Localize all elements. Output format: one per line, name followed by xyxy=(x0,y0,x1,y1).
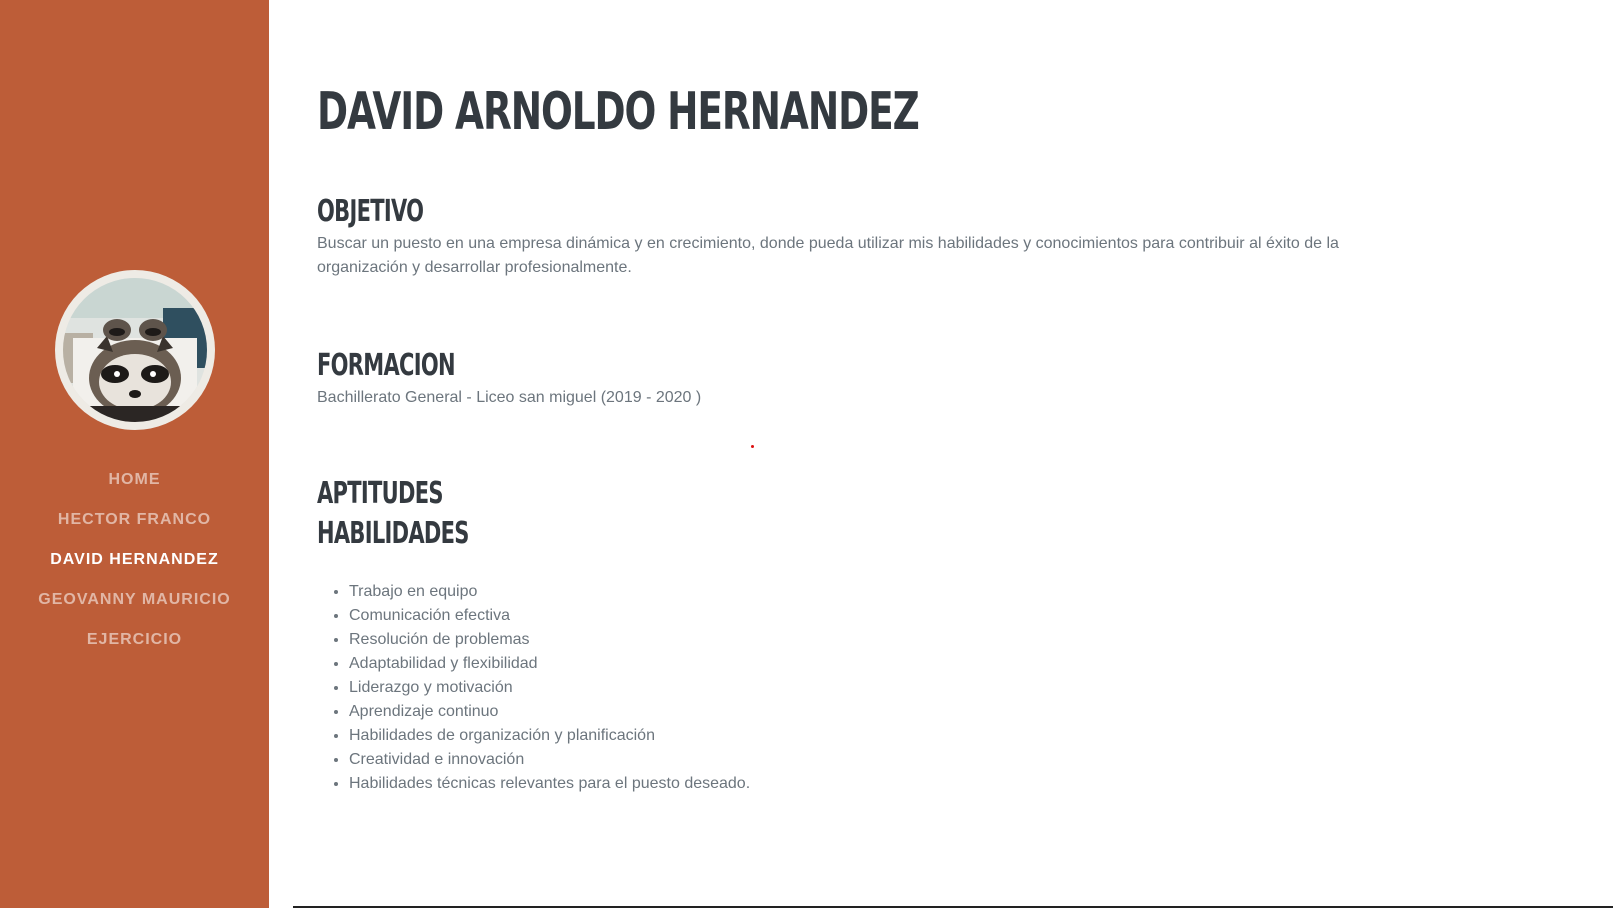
cursor-dot xyxy=(751,445,754,448)
nav-link-ejercicio[interactable]: EJERCICIO xyxy=(87,631,182,648)
section-aptitudes: APTITUDES HABILIDADES Trabajo en equipo … xyxy=(317,474,1613,796)
habilidades-title: HABILIDADES xyxy=(317,516,469,551)
main-content: DAVID ARNOLDO HERNANDEZ OBJETIVO Buscar … xyxy=(269,0,1613,908)
profile-avatar xyxy=(54,270,215,430)
section-formacion: FORMACION Bachillerato General - Liceo s… xyxy=(317,346,1613,410)
formacion-text: Bachillerato General - Liceo san miguel … xyxy=(317,389,702,406)
nav-item-hector-franco: HECTOR FRANCO xyxy=(0,500,269,540)
nav-link-home[interactable]: HOME xyxy=(109,471,161,488)
sidebar-nav: HOME HECTOR FRANCO DAVID HERNANDEZ GEOVA… xyxy=(0,460,269,660)
list-item: Aprendizaje continuo xyxy=(349,700,1613,724)
nav-item-david-hernandez: DAVID HERNANDEZ xyxy=(0,540,269,580)
list-item: Adaptabilidad y flexibilidad xyxy=(349,652,1613,676)
page-title: DAVID ARNOLDO HERNANDEZ xyxy=(317,82,920,142)
list-item: Trabajo en equipo xyxy=(349,580,1613,604)
nav-link-hector-franco[interactable]: HECTOR FRANCO xyxy=(58,511,211,528)
nav-item-geovanny-mauricio: GEOVANNY MAURICIO xyxy=(0,580,269,620)
formacion-title: FORMACION xyxy=(317,348,456,383)
list-item: Resolución de problemas xyxy=(349,628,1613,652)
skills-list: Trabajo en equipo Comunicación efectiva … xyxy=(317,580,1613,796)
list-item: Liderazgo y motivación xyxy=(349,676,1613,700)
list-item: Creatividad e innovación xyxy=(349,748,1613,772)
section-objetivo: OBJETIVO Buscar un puesto en una empresa… xyxy=(317,192,1613,280)
page: HOME HECTOR FRANCO DAVID HERNANDEZ GEOVA… xyxy=(0,0,1613,908)
sidebar: HOME HECTOR FRANCO DAVID HERNANDEZ GEOVA… xyxy=(0,0,269,908)
raccoon-avatar-image xyxy=(62,278,207,422)
nav-item-home: HOME xyxy=(0,460,269,500)
objetivo-title: OBJETIVO xyxy=(317,194,424,229)
nav-link-david-hernandez[interactable]: DAVID HERNANDEZ xyxy=(50,551,218,568)
nav-item-ejercicio: EJERCICIO xyxy=(0,620,269,660)
list-item: Comunicación efectiva xyxy=(349,604,1613,628)
nav-link-geovanny-mauricio[interactable]: GEOVANNY MAURICIO xyxy=(38,591,230,608)
objetivo-text: Buscar un puesto en una empresa dinámica… xyxy=(317,235,1339,276)
list-item: Habilidades de organización y planificac… xyxy=(349,724,1613,748)
aptitudes-title: APTITUDES xyxy=(317,476,443,511)
list-item: Habilidades técnicas relevantes para el … xyxy=(349,772,1613,796)
